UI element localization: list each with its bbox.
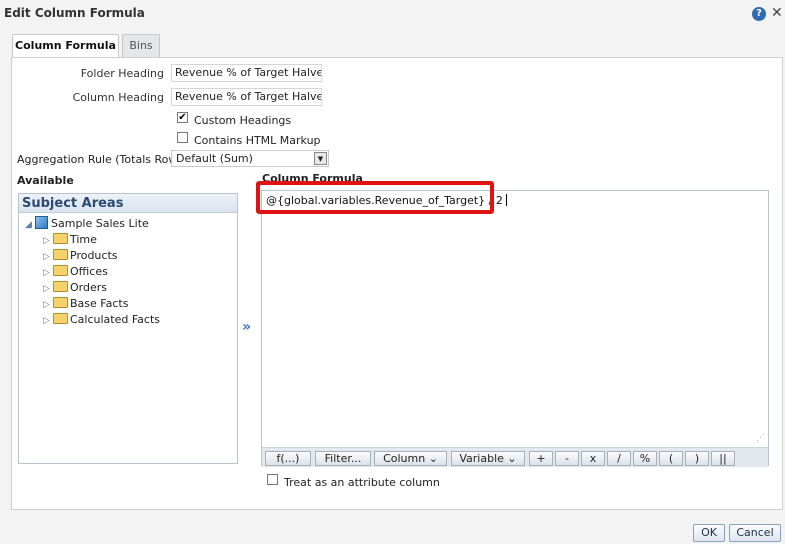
variable-dropdown-button[interactable]: Variable ⌄ xyxy=(451,451,525,466)
folder-icon xyxy=(53,249,68,260)
tab-column-formula[interactable]: Column Formula xyxy=(12,34,119,58)
tree-root-sample-sales-lite[interactable]: ◢ Sample Sales Lite xyxy=(25,216,149,232)
tab-bins[interactable]: Bins xyxy=(122,34,160,57)
plus-button[interactable]: + xyxy=(529,451,553,466)
treat-as-attribute-checkbox[interactable] xyxy=(267,474,278,485)
percent-button[interactable]: % xyxy=(633,451,657,466)
contains-html-label: Contains HTML Markup xyxy=(194,134,321,147)
tree-folder-offices[interactable]: ▷ Offices xyxy=(43,264,108,280)
collapsed-triangle-icon[interactable]: ▷ xyxy=(43,249,53,265)
tree-root-label: Sample Sales Lite xyxy=(51,217,149,230)
folder-heading-field[interactable]: Revenue % of Target Halved xyxy=(171,64,322,82)
tree-folder-calculated-facts[interactable]: ▷ Calculated Facts xyxy=(43,312,160,328)
tree-folder-label: Offices xyxy=(70,265,108,278)
add-to-formula-arrow-icon[interactable]: » xyxy=(242,319,251,335)
column-dropdown-button[interactable]: Column ⌄ xyxy=(374,451,447,466)
column-heading-field[interactable]: Revenue % of Target Halved xyxy=(171,88,322,106)
ok-button[interactable]: OK xyxy=(693,524,725,542)
highlight-annotation-box xyxy=(256,181,494,214)
folder-icon xyxy=(53,297,68,308)
collapsed-triangle-icon[interactable]: ▷ xyxy=(43,233,53,249)
treat-as-attribute-label: Treat as an attribute column xyxy=(284,476,440,489)
left-paren-button[interactable]: ( xyxy=(659,451,683,466)
subject-area-cube-icon xyxy=(35,216,48,229)
text-caret xyxy=(505,194,507,206)
tree-folder-products[interactable]: ▷ Products xyxy=(43,248,118,264)
folder-icon xyxy=(53,313,68,324)
formula-toolbar: f(...) Filter... Column ⌄ Variable ⌄ + -… xyxy=(262,447,768,467)
aggregation-rule-label: Aggregation Rule (Totals Row) xyxy=(17,153,182,166)
contains-html-checkbox[interactable] xyxy=(177,132,188,143)
tree-folder-label: Orders xyxy=(70,281,107,294)
multiply-button[interactable]: x xyxy=(581,451,605,466)
minus-button[interactable]: - xyxy=(555,451,579,466)
help-icon[interactable]: ? xyxy=(752,7,766,21)
tree-folder-orders[interactable]: ▷ Orders xyxy=(43,280,107,296)
tree-folder-label: Calculated Facts xyxy=(70,313,161,326)
tree-folder-time[interactable]: ▷ Time xyxy=(43,232,97,248)
expanded-triangle-icon[interactable]: ◢ xyxy=(25,217,35,233)
filter-button[interactable]: Filter... xyxy=(315,451,371,466)
column-heading-label: Column Heading xyxy=(72,91,164,104)
tree-folder-label: Products xyxy=(70,249,118,262)
folder-icon xyxy=(53,281,68,292)
collapsed-triangle-icon[interactable]: ▷ xyxy=(43,281,53,297)
available-section-label: Available xyxy=(17,174,74,187)
tree-folder-label: Base Facts xyxy=(70,297,129,310)
subject-areas-panel: Subject Areas ◢ Sample Sales Lite ▷ Time ▷… xyxy=(18,193,238,464)
collapsed-triangle-icon[interactable]: ▷ xyxy=(43,265,53,281)
folder-icon xyxy=(53,233,68,244)
custom-headings-checkbox[interactable]: ✔ xyxy=(177,112,188,123)
cancel-button[interactable]: Cancel xyxy=(729,524,781,542)
formula-editor[interactable] xyxy=(261,190,769,466)
tree-folder-label: Time xyxy=(70,233,97,246)
right-paren-button[interactable]: ) xyxy=(685,451,709,466)
chevron-down-icon[interactable]: ▼ xyxy=(314,152,327,165)
close-icon[interactable]: ✕ xyxy=(771,5,783,21)
folder-icon xyxy=(53,265,68,276)
divide-button[interactable]: / xyxy=(607,451,631,466)
folder-heading-label: Folder Heading xyxy=(80,67,164,80)
tree-folder-base-facts[interactable]: ▷ Base Facts xyxy=(43,296,128,312)
subject-areas-header: Subject Areas xyxy=(19,194,237,213)
aggregation-rule-value: Default (Sum) xyxy=(176,152,253,165)
function-button[interactable]: f(...) xyxy=(265,451,311,466)
custom-headings-label: Custom Headings xyxy=(194,114,292,127)
concatenate-button[interactable]: || xyxy=(711,451,735,466)
collapsed-triangle-icon[interactable]: ▷ xyxy=(43,297,53,313)
aggregation-rule-select[interactable]: Default (Sum) ▼ xyxy=(171,150,329,167)
resize-grip-icon[interactable]: ⋰ xyxy=(756,433,765,443)
dialog-title: Edit Column Formula xyxy=(4,6,145,20)
collapsed-triangle-icon[interactable]: ▷ xyxy=(43,313,53,329)
